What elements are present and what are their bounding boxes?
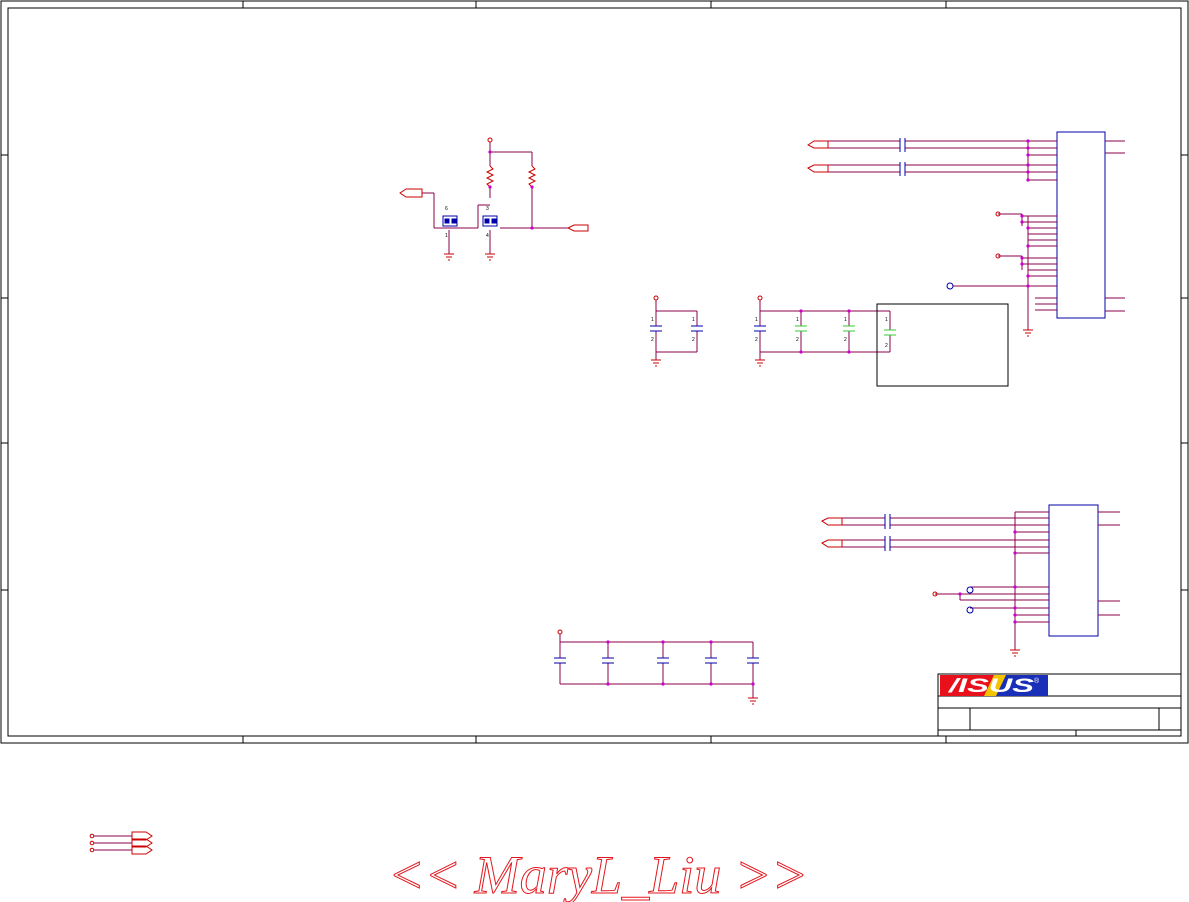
- cap-pin-labels-small: 1 2 1 2: [651, 317, 695, 343]
- svg-text:1: 1: [885, 317, 888, 323]
- net-port-cluster: [89, 831, 153, 855]
- svg-text:1: 1: [755, 317, 758, 323]
- junction-dots-mosfet: [488, 150, 534, 230]
- svg-text:2: 2: [755, 337, 758, 343]
- decoupling-caps-small: [650, 295, 703, 367]
- ground-symbols-mosfet: [444, 253, 495, 261]
- svg-text:6: 6: [445, 206, 448, 212]
- svg-text:/ISUS: /ISUS: [947, 676, 1034, 697]
- junction-dots-cap-bank: [606, 640, 755, 686]
- connector-top-right: [807, 131, 1125, 337]
- svg-text:®: ®: [1034, 677, 1040, 685]
- mosfet-q2: [482, 215, 498, 227]
- svg-text:1: 1: [651, 317, 654, 323]
- asus-logo: /ISUS ®: [940, 675, 1048, 697]
- cap-pin-labels-ic: 1 2 1 2 1 2 1 2: [755, 317, 888, 349]
- svg-text:4: 4: [486, 233, 489, 239]
- svg-text:2: 2: [844, 337, 847, 343]
- svg-text:1: 1: [844, 317, 847, 323]
- decoupling-caps-ic: [754, 295, 1009, 387]
- connector-bottom-right: [821, 504, 1120, 657]
- svg-text:3: 3: [486, 206, 489, 212]
- junction-dots-caps: [799, 309, 851, 354]
- svg-text:2: 2: [885, 343, 888, 349]
- schematic-sheet: /ISUS ® 6 1 3 4 1 2 1 2 1 2 1 2 1 2 1 2 …: [0, 0, 1189, 902]
- sheet-border: [0, 0, 1189, 744]
- input-net-port: [399, 188, 423, 198]
- mosfet-q1: [442, 215, 458, 227]
- svg-text:1: 1: [445, 233, 448, 239]
- decoupling-cap-bank: [554, 629, 759, 705]
- output-net-port: [566, 224, 589, 232]
- mosfet-level-shifter: [422, 142, 568, 254]
- svg-text:2: 2: [796, 337, 799, 343]
- watermark-text: << MaryL_Liu >>: [388, 845, 808, 902]
- svg-text:1: 1: [692, 317, 695, 323]
- svg-text:1: 1: [796, 317, 799, 323]
- svg-text:2: 2: [651, 337, 654, 343]
- power-pin-top: [487, 137, 493, 143]
- svg-text:2: 2: [692, 337, 695, 343]
